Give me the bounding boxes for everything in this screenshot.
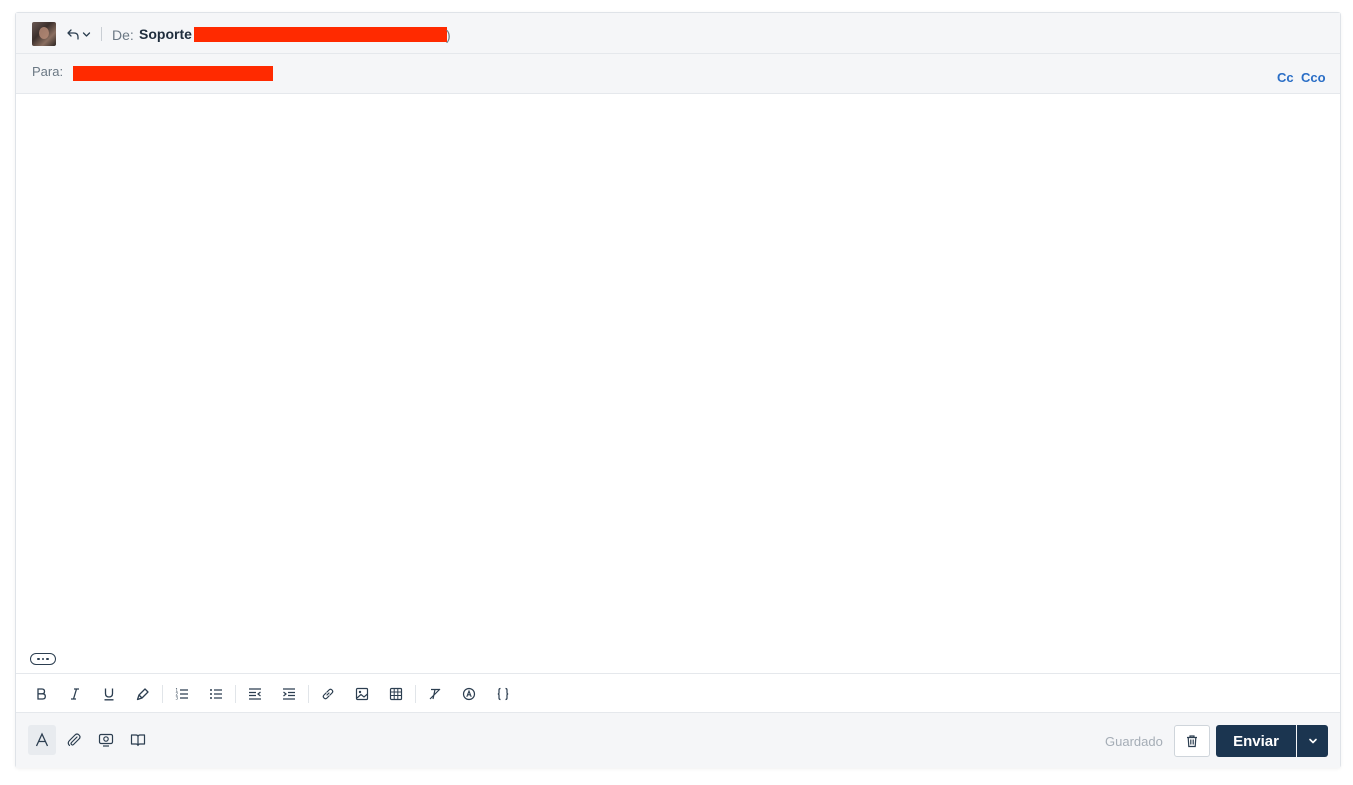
italic-icon: [68, 687, 82, 701]
bold-button[interactable]: [31, 684, 51, 704]
link-button[interactable]: [318, 684, 338, 704]
send-button[interactable]: Enviar: [1216, 725, 1296, 757]
code-button[interactable]: [493, 684, 513, 704]
table-icon: [389, 687, 403, 701]
knowledge-base-button[interactable]: [124, 725, 152, 755]
reply-type-dropdown[interactable]: [66, 26, 94, 42]
chevron-down-icon: [1308, 736, 1318, 746]
bulleted-list-icon: [209, 687, 223, 701]
chevron-down-icon: [82, 30, 91, 39]
underline-icon: [102, 687, 116, 701]
highlight-button[interactable]: [133, 684, 153, 704]
redaction-box: [194, 27, 447, 42]
text-format-toggle[interactable]: [28, 725, 56, 755]
show-trimmed-content-button[interactable]: [30, 653, 56, 665]
from-label: De:: [112, 27, 134, 43]
send-options-dropdown[interactable]: [1297, 725, 1328, 757]
toolbar-divider: [235, 685, 236, 703]
cc-link[interactable]: Cc: [1277, 70, 1294, 85]
spellcheck-button[interactable]: [459, 684, 479, 704]
avatar: [32, 22, 56, 46]
to-label: Para:: [32, 64, 64, 79]
indent-icon: [282, 687, 296, 701]
clear-format-icon: [428, 687, 442, 701]
formatting-toolbar: 123: [16, 673, 1340, 712]
more-dots-icon: [37, 657, 40, 661]
toolbar-divider: [162, 685, 163, 703]
more-dots-icon: [41, 657, 45, 661]
knowledge-base-icon: [130, 732, 146, 748]
divider: [101, 27, 102, 41]
bold-icon: [34, 687, 48, 701]
toolbar-divider: [415, 685, 416, 703]
screen-capture-button[interactable]: [92, 725, 120, 755]
saved-status: Guardado: [1105, 734, 1163, 749]
ordered-list-icon: 123: [175, 687, 189, 701]
composer-footer: Guardado Enviar: [16, 712, 1340, 768]
discard-draft-button[interactable]: [1174, 725, 1210, 757]
from-name: Soporte: [139, 26, 192, 42]
highlight-icon: [136, 687, 150, 701]
clear-format-button[interactable]: [425, 684, 445, 704]
image-icon: [355, 687, 369, 701]
image-button[interactable]: [352, 684, 372, 704]
outdent-button[interactable]: [245, 684, 265, 704]
svg-text:3: 3: [176, 696, 179, 701]
indent-button[interactable]: [279, 684, 299, 704]
more-dots-icon: [46, 657, 49, 661]
trash-icon: [1185, 734, 1199, 748]
message-body-editor[interactable]: [16, 95, 1340, 673]
attachment-icon: [66, 732, 82, 748]
italic-button[interactable]: [65, 684, 85, 704]
email-composer: De: Soporte ) Para: Cc Cco 123 Guardado …: [15, 12, 1341, 768]
bcc-link[interactable]: Cco: [1301, 70, 1326, 85]
attach-file-button[interactable]: [60, 725, 88, 755]
screen-capture-icon: [98, 732, 114, 748]
redaction-box: [73, 66, 273, 81]
underline-button[interactable]: [99, 684, 119, 704]
bulleted-list-button[interactable]: [206, 684, 226, 704]
ordered-list-button[interactable]: 123: [172, 684, 192, 704]
outdent-icon: [248, 687, 262, 701]
table-button[interactable]: [386, 684, 406, 704]
link-icon: [321, 687, 335, 701]
toolbar-divider: [308, 685, 309, 703]
reply-icon: [66, 27, 80, 41]
spellcheck-icon: [462, 687, 476, 701]
from-row: De: Soporte ): [16, 13, 1340, 54]
text-format-icon: [34, 732, 50, 748]
from-address-tail: ): [446, 27, 451, 43]
to-row[interactable]: Para: Cc Cco: [16, 54, 1340, 94]
code-braces-icon: [496, 687, 510, 701]
